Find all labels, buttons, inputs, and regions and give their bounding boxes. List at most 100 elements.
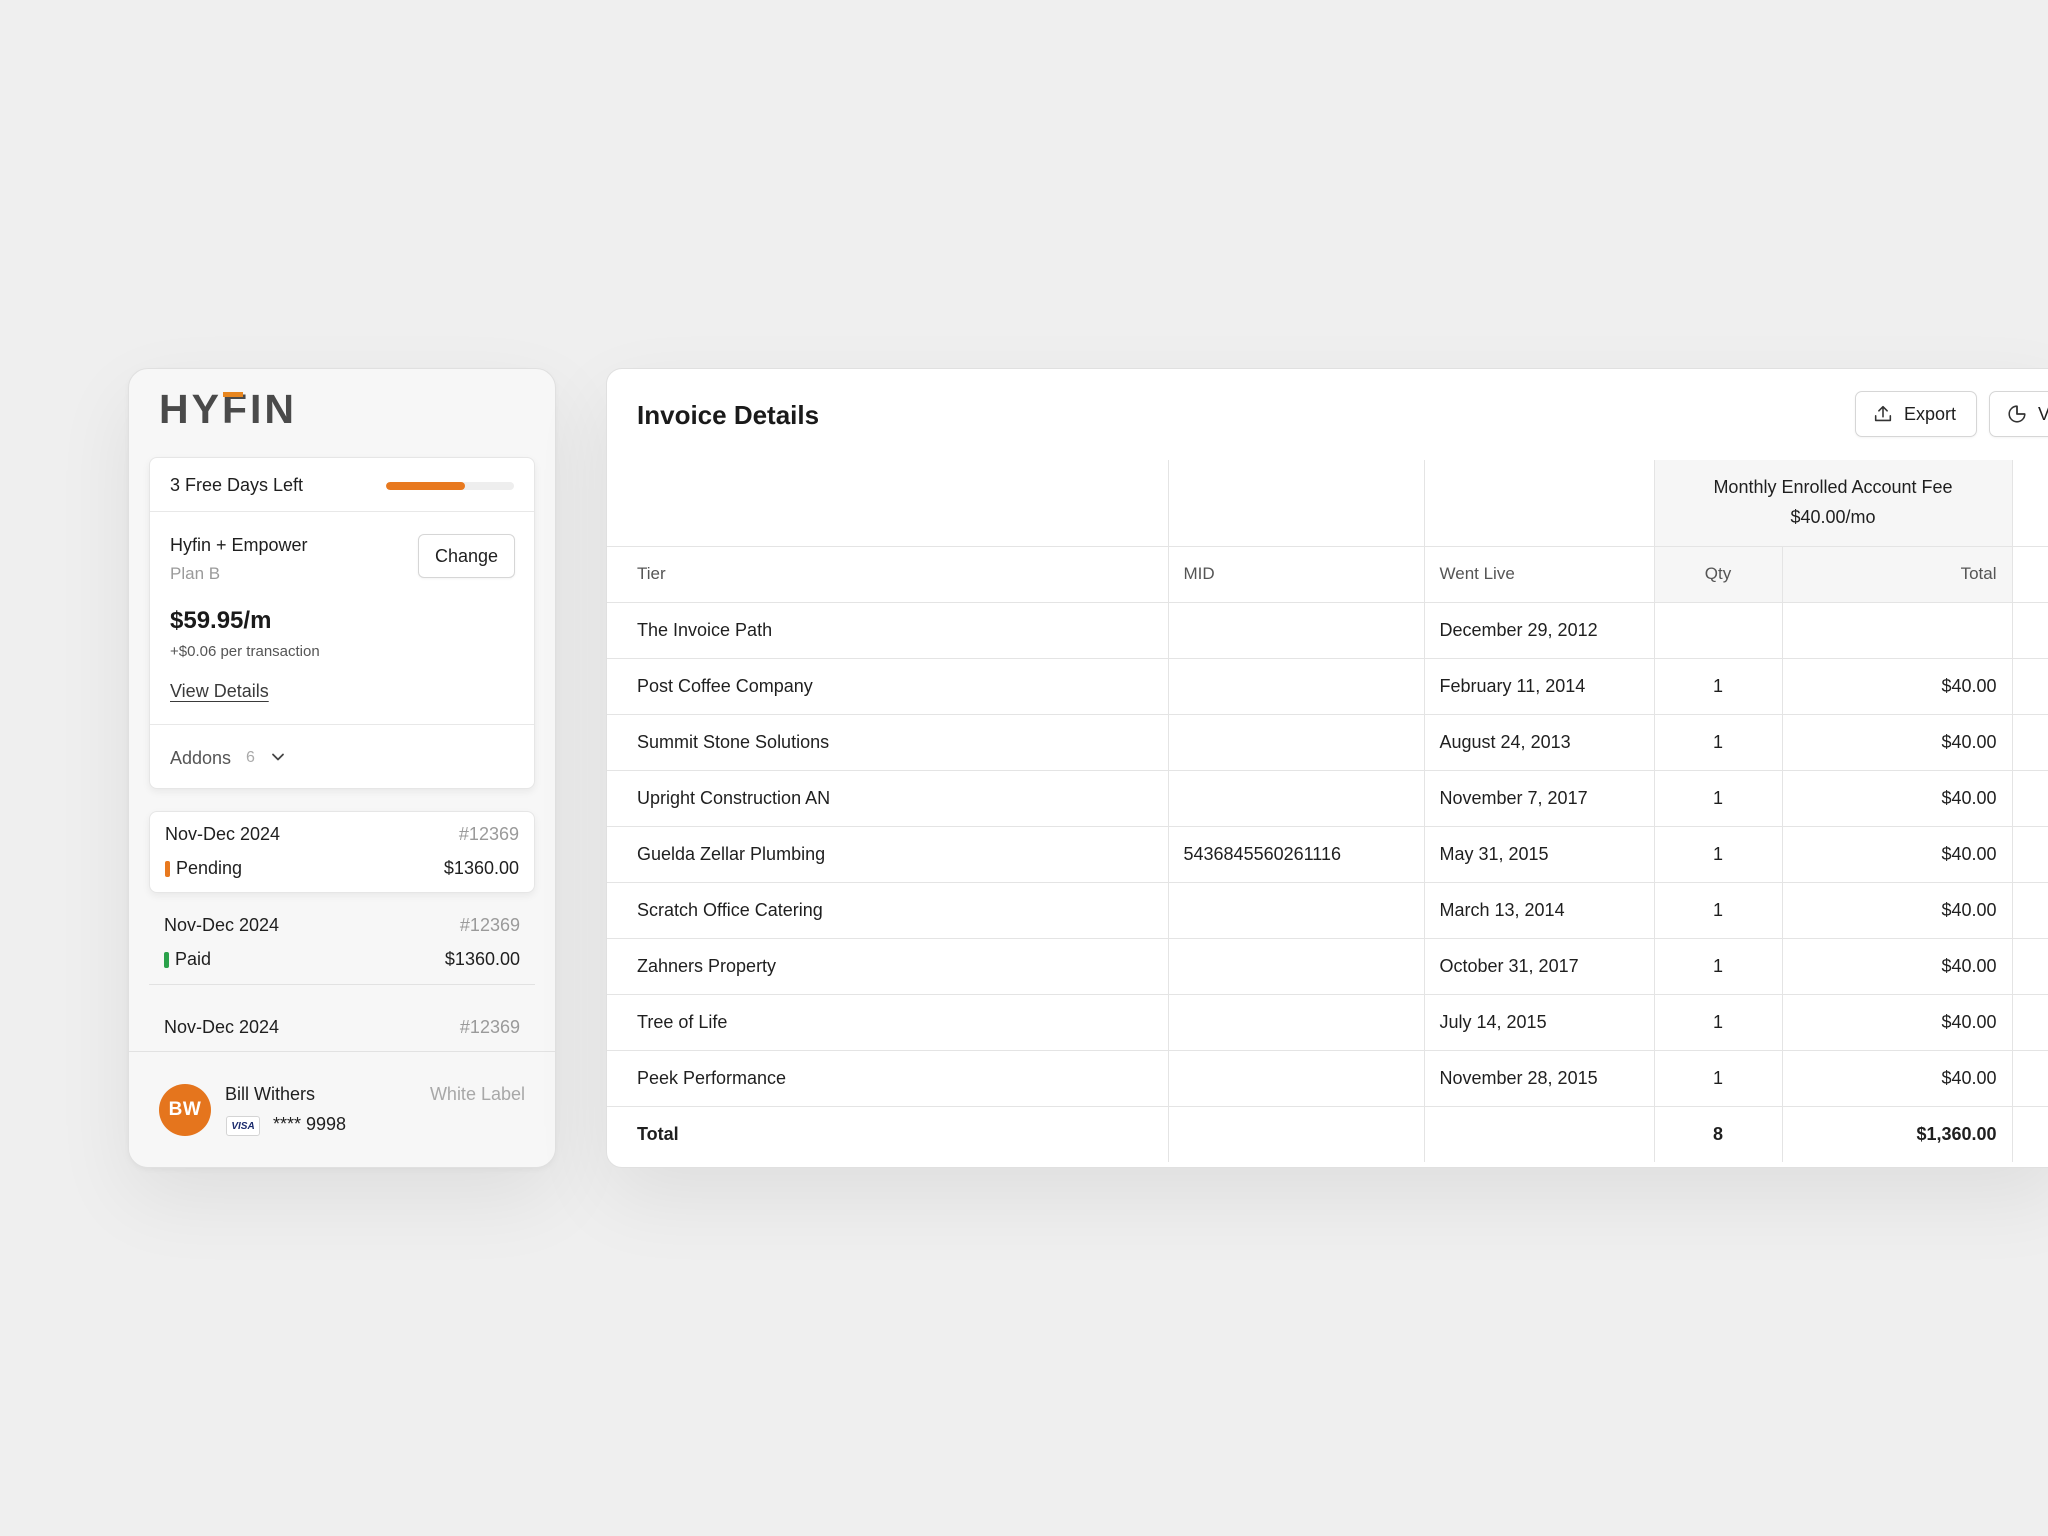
table-row[interactable]: Scratch Office Catering March 13, 2014 1 $4… — [607, 882, 2048, 939]
visa-card-icon: VISA — [226, 1116, 260, 1136]
table-row[interactable]: Peek Performance November 28, 2015 1 $40.00 — [607, 1050, 2048, 1107]
cell-overflow — [2012, 1050, 2048, 1107]
invoice-number: #12369 — [459, 1017, 520, 1037]
invoice-number: #12369 — [458, 824, 519, 844]
table-row[interactable]: The Invoice Path December 29, 2012 — [607, 602, 2048, 659]
cell-qty: 1 — [1654, 826, 1783, 883]
cell-total: $40.00 — [1782, 938, 2013, 995]
invoice-status-text: Paid — [175, 949, 212, 969]
table-row[interactable]: Guelda Zellar Plumbing 5436845560261116 Ma… — [607, 826, 2048, 883]
cell-went-live: August 24, 2013 — [1424, 714, 1655, 771]
invoice-list-item[interactable]: Nov-Dec 2024 #12369 Paid $1360.00 — [149, 903, 535, 985]
cell-went-live: May 31, 2015 — [1424, 826, 1655, 883]
cell-qty: 1 — [1654, 994, 1783, 1051]
cell-went-live: December 29, 2012 — [1424, 602, 1655, 659]
cell-overflow — [2012, 994, 2048, 1051]
invoice-details-panel: Invoice Details Export V Monthly Enrolle… — [606, 368, 2048, 1168]
cell-qty: 1 — [1654, 714, 1783, 771]
column-header-mid[interactable]: MID — [1168, 546, 1425, 603]
fee-group-rate: $40.00/mo — [1790, 506, 1876, 527]
invoice-period: Nov-Dec 2024 — [164, 915, 280, 935]
invoice-status-text: Pending — [176, 858, 243, 878]
cell-qty: 1 — [1654, 938, 1783, 995]
column-header-tier[interactable]: Tier — [607, 546, 1169, 603]
cell-qty: 1 — [1654, 1050, 1783, 1107]
total-qty: 8 — [1654, 1106, 1783, 1162]
column-header-qty[interactable]: Qty — [1654, 546, 1783, 603]
plan-transaction-fee: +$0.06 per transaction — [170, 643, 320, 660]
cell-qty: 1 — [1654, 882, 1783, 939]
status-indicator — [164, 951, 169, 968]
cell-tier: The Invoice Path — [607, 602, 1169, 659]
cell-mid — [1168, 1050, 1425, 1107]
trial-days-left: 3 Free Days Left — [170, 475, 304, 495]
account-footer[interactable]: BW Bill Withers VISA **** 9998 White Lab… — [129, 1051, 555, 1167]
addons-label: Addons — [170, 748, 232, 768]
view-button[interactable]: V — [1989, 391, 2048, 437]
plan-card: 3 Free Days Left Hyfin + Empower Plan B … — [149, 457, 535, 789]
upload-icon — [1874, 405, 1892, 422]
view-label: V — [2038, 404, 2048, 425]
status-indicator — [165, 860, 170, 877]
column-header-went-live[interactable]: Went Live — [1424, 546, 1655, 603]
cell-overflow — [2012, 658, 2048, 715]
cell-mid — [1168, 882, 1425, 939]
group-header-empty — [607, 460, 1169, 547]
cell-total: $40.00 — [1782, 658, 2013, 715]
cell-overflow — [2012, 770, 2048, 827]
cell-tier: Scratch Office Catering — [607, 882, 1169, 939]
cell-tier: Zahners Property — [607, 938, 1169, 995]
cell-went-live: March 13, 2014 — [1424, 882, 1655, 939]
cell-total — [1782, 602, 2013, 659]
cell-mid — [1168, 714, 1425, 771]
cell-overflow — [2012, 714, 2048, 771]
column-header-overflow — [2012, 546, 2048, 603]
change-plan-button[interactable]: Change — [418, 534, 515, 578]
invoice-amount: $1360.00 — [444, 949, 520, 969]
addons-count: 6 — [246, 749, 255, 766]
cell-went-live: October 31, 2017 — [1424, 938, 1655, 995]
export-button[interactable]: Export — [1855, 391, 1977, 437]
account-type-label: White Label — [429, 1084, 525, 1104]
trial-progress-bar — [386, 482, 514, 490]
cell-mid — [1168, 770, 1425, 827]
cell-tier: Guelda Zellar Plumbing — [607, 826, 1169, 883]
cell-total: $40.00 — [1782, 994, 2013, 1051]
cell-qty: 1 — [1654, 770, 1783, 827]
export-label: Export — [1904, 403, 1957, 424]
table-row[interactable]: Summit Stone Solutions August 24, 2013 1 $4… — [607, 714, 2048, 771]
invoice-list-item[interactable]: Nov-Dec 2024 #12369 Pending $1360.00 — [149, 811, 535, 893]
pie-chart-icon — [2008, 405, 2026, 423]
group-header-empty — [1168, 460, 1425, 547]
cell-went-live: February 11, 2014 — [1424, 658, 1655, 715]
card-number: **** 9998 — [273, 1114, 347, 1134]
fee-group-name: Monthly Enrolled Account Fee — [1713, 477, 1953, 498]
cell-mid — [1168, 994, 1425, 1051]
table-row[interactable]: Upright Construction AN November 7, 2017 1… — [607, 770, 2048, 827]
total-amount: $1,360.00 — [1782, 1106, 2013, 1162]
avatar: BW — [159, 1084, 211, 1136]
plan-tier: Plan B — [170, 564, 221, 583]
invoice-number: #12369 — [459, 915, 520, 935]
table-row[interactable]: Tree of Life July 14, 2015 1 $40.00 — [607, 994, 2048, 1051]
cell-tier: Summit Stone Solutions — [607, 714, 1169, 771]
invoice-amount: $1360.00 — [443, 858, 519, 878]
cell-tier: Peek Performance — [607, 1050, 1169, 1107]
plan-price: $59.95/m — [170, 607, 272, 634]
group-header-overflow — [2012, 460, 2048, 547]
table-row[interactable]: Zahners Property October 31, 2017 1 $40.00 — [607, 938, 2048, 995]
invoice-period: Nov-Dec 2024 — [165, 824, 281, 844]
cell-overflow — [2012, 1106, 2048, 1162]
cell-overflow — [2012, 882, 2048, 939]
view-details-link[interactable]: View Details — [170, 681, 269, 702]
addons-dropdown[interactable]: Addons 6 — [150, 724, 534, 790]
logo-accent-mark — [222, 392, 243, 397]
invoice-period: Nov-Dec 2024 — [164, 1017, 280, 1037]
fee-group-header: Monthly Enrolled Account Fee $40.00/mo — [1654, 460, 2013, 547]
table-row[interactable]: Post Coffee Company February 11, 2014 1 $40… — [607, 658, 2048, 715]
billing-sidebar: HYF IN 3 Free Days Left Hyfin + Empower P… — [128, 368, 556, 1168]
cell-mid — [1168, 938, 1425, 995]
cell-tier: Post Coffee Company — [607, 658, 1169, 715]
column-header-total[interactable]: Total — [1782, 546, 2013, 603]
invoice-status: Paid — [164, 949, 211, 970]
